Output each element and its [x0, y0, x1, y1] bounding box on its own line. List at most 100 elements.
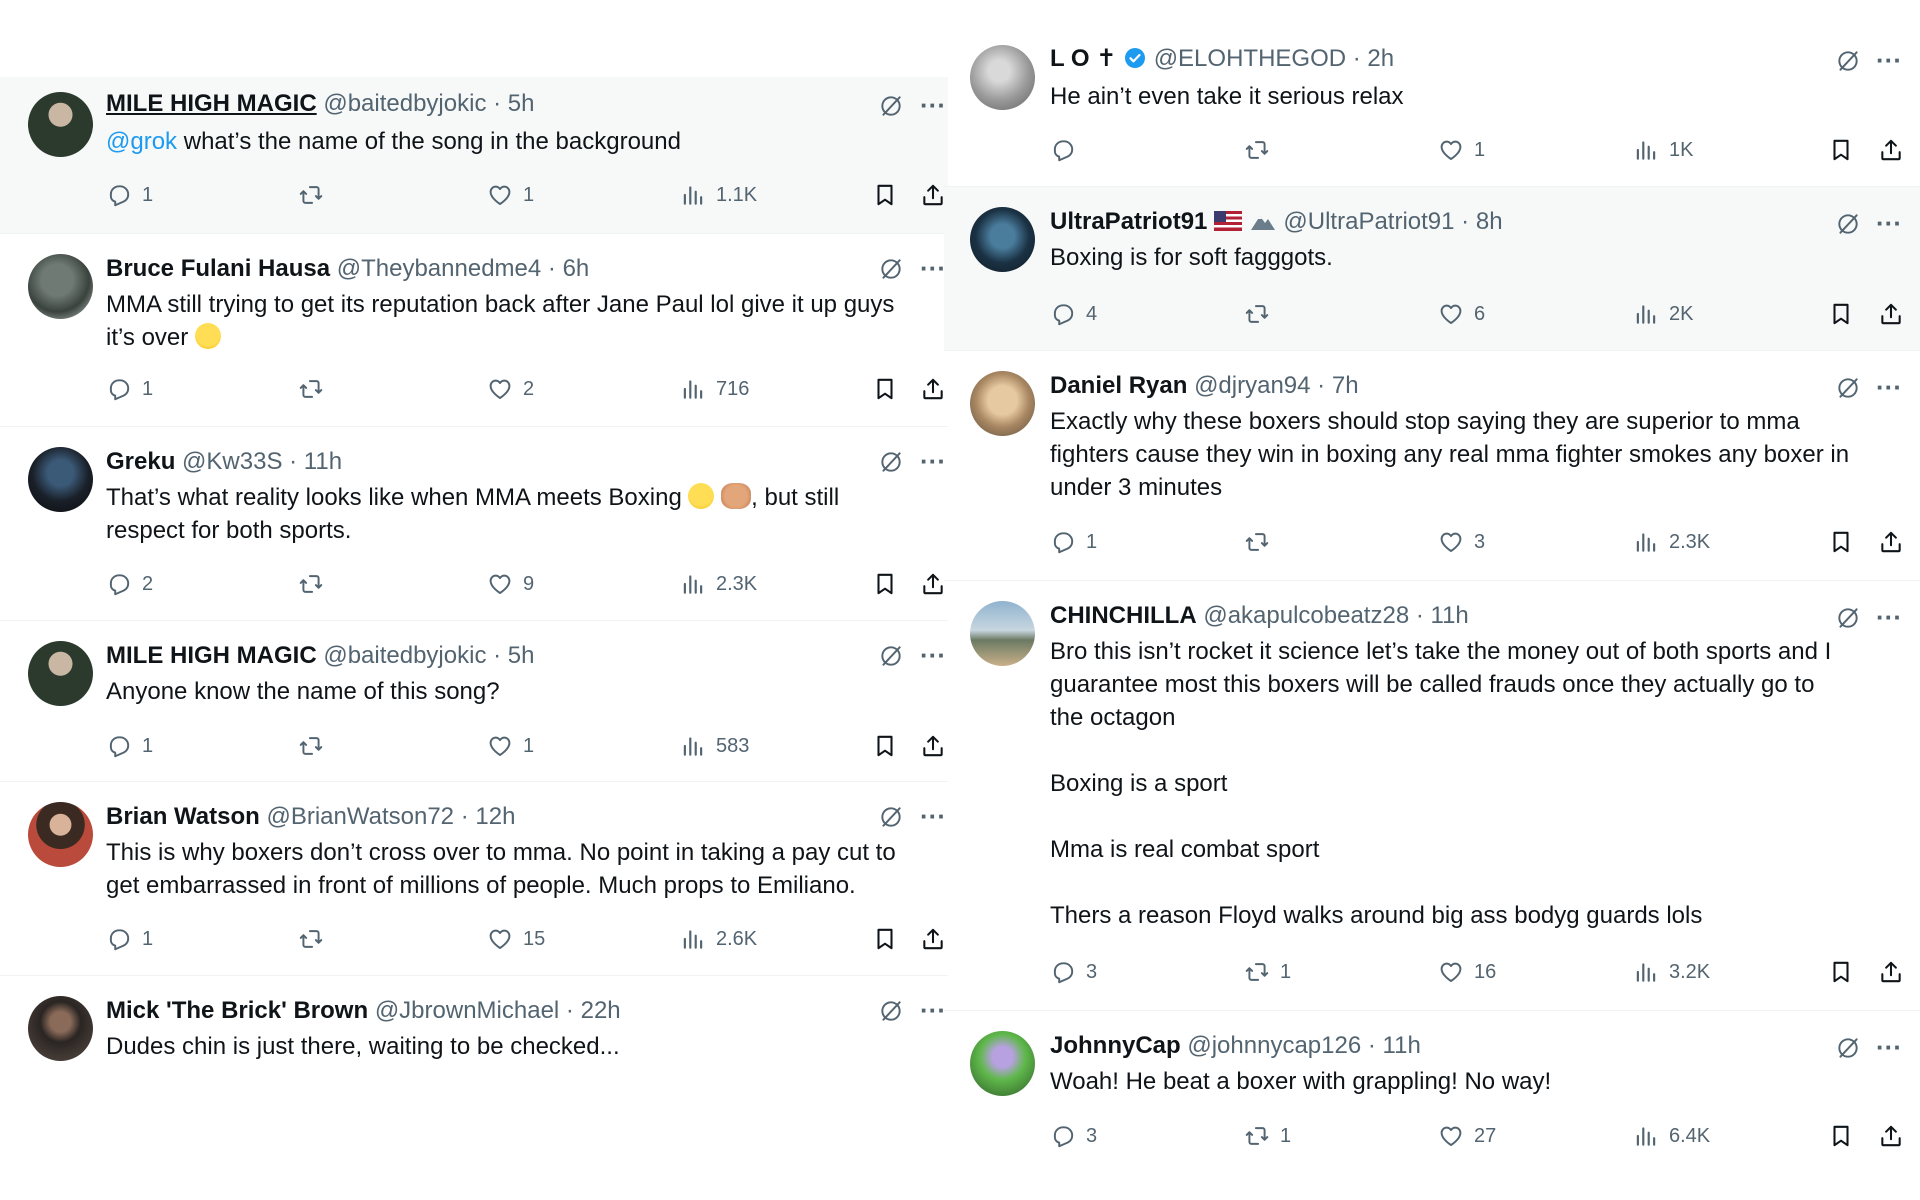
display-name[interactable]: Greku [106, 448, 175, 475]
views-button[interactable]: 2.3K [1633, 527, 1710, 557]
bookmark-button[interactable] [1828, 527, 1854, 557]
display-name[interactable]: MILE HIGH MAGIC [106, 642, 317, 669]
retweet-button[interactable] [1244, 527, 1280, 557]
share-button[interactable] [920, 374, 946, 404]
bookmark-button[interactable] [1828, 135, 1854, 165]
avatar[interactable] [970, 207, 1035, 272]
handle[interactable]: @johnnycap126 [1187, 1032, 1361, 1059]
retweet-button[interactable]: 1 [1244, 1121, 1291, 1151]
views-button[interactable]: 6.4K [1633, 1121, 1710, 1151]
retweet-button[interactable] [1244, 135, 1280, 165]
more-icon[interactable]: ··· [1876, 210, 1902, 236]
handle[interactable]: @akapulcobeatz28 [1203, 602, 1409, 629]
more-icon[interactable]: ··· [1876, 604, 1902, 630]
avatar[interactable] [970, 371, 1035, 436]
more-icon[interactable]: ··· [1876, 374, 1902, 400]
handle[interactable]: @JbrownMichael [375, 997, 559, 1024]
tweet-card[interactable]: Brian Watson @BrianWatson72 · 12h ··· Th… [0, 782, 948, 976]
like-button[interactable]: 1 [487, 731, 534, 761]
handle[interactable]: @Theybannedme4 [337, 255, 542, 282]
more-icon[interactable]: ··· [1876, 1034, 1902, 1060]
like-button[interactable]: 6 [1438, 299, 1485, 329]
tweet-card[interactable]: UltraPatriot91 @UltraPatriot91 · 8h ··· … [944, 187, 1920, 351]
like-button[interactable]: 2 [487, 374, 534, 404]
views-button[interactable]: 583 [680, 731, 749, 761]
handle[interactable]: @ELOHTHEGOD [1154, 45, 1346, 72]
timestamp[interactable]: 11h [304, 448, 342, 475]
reply-button[interactable]: 1 [106, 180, 153, 210]
display-name[interactable]: JohnnyCap [1050, 1032, 1181, 1059]
views-button[interactable]: 1K [1633, 135, 1693, 165]
timestamp[interactable]: 8h [1476, 208, 1503, 235]
more-icon[interactable]: ··· [920, 448, 946, 474]
tweet-card[interactable]: L O ✝ @ELOHTHEGOD · 2h ··· He ain’t even… [944, 22, 1920, 187]
more-icon[interactable]: ··· [920, 997, 946, 1023]
timestamp[interactable]: 6h [563, 255, 590, 282]
tweet-card[interactable]: Greku @Kw33S · 11h ··· That’s what reali… [0, 427, 948, 621]
grok-icon[interactable] [878, 449, 904, 475]
share-button[interactable] [1878, 1121, 1904, 1151]
retweet-button[interactable] [298, 924, 334, 954]
handle[interactable]: @UltraPatriot91 [1283, 208, 1454, 235]
views-button[interactable]: 2.6K [680, 924, 757, 954]
retweet-button[interactable] [298, 569, 334, 599]
reply-button[interactable]: 1 [106, 924, 153, 954]
reply-button[interactable]: 1 [106, 731, 153, 761]
views-button[interactable]: 2K [1633, 299, 1693, 329]
handle[interactable]: @baitedbyjokic [323, 642, 486, 669]
avatar[interactable] [28, 802, 93, 867]
timestamp[interactable]: 5h [508, 90, 535, 117]
mention-link[interactable]: @grok [106, 128, 177, 155]
views-button[interactable]: 716 [680, 374, 749, 404]
display-name[interactable]: MILE HIGH MAGIC [106, 90, 317, 117]
avatar[interactable] [28, 641, 93, 706]
bookmark-button[interactable] [1828, 299, 1854, 329]
retweet-button[interactable] [298, 374, 334, 404]
display-name[interactable]: Bruce Fulani Hausa [106, 255, 330, 282]
reply-button[interactable]: 3 [1050, 957, 1097, 987]
bookmark-button[interactable] [1828, 957, 1854, 987]
reply-button[interactable]: 1 [106, 374, 153, 404]
views-button[interactable]: 2.3K [680, 569, 757, 599]
bookmark-button[interactable] [872, 374, 898, 404]
display-name[interactable]: CHINCHILLA [1050, 602, 1197, 629]
tweet-card[interactable]: CHINCHILLA @akapulcobeatz28 · 11h ··· Br… [944, 581, 1920, 1011]
like-button[interactable]: 1 [487, 180, 534, 210]
share-button[interactable] [920, 569, 946, 599]
avatar[interactable] [28, 254, 93, 319]
display-name[interactable]: Mick 'The Brick' Brown [106, 997, 368, 1024]
bookmark-button[interactable] [872, 924, 898, 954]
share-button[interactable] [920, 924, 946, 954]
timestamp[interactable]: 11h [1383, 1032, 1421, 1059]
display-name[interactable]: Brian Watson [106, 803, 260, 830]
timestamp[interactable]: 5h [508, 642, 535, 669]
more-icon[interactable]: ··· [1876, 47, 1902, 73]
bookmark-button[interactable] [872, 731, 898, 761]
timestamp[interactable]: 11h [1431, 602, 1469, 629]
grok-icon[interactable] [1835, 375, 1861, 401]
retweet-button[interactable] [1244, 299, 1280, 329]
avatar[interactable] [970, 1031, 1035, 1096]
bookmark-button[interactable] [1828, 1121, 1854, 1151]
like-button[interactable]: 27 [1438, 1121, 1496, 1151]
tweet-card[interactable]: Daniel Ryan @djryan94 · 7h ··· Exactly w… [944, 351, 1920, 581]
grok-icon[interactable] [1835, 605, 1861, 631]
tweet-card[interactable]: Mick 'The Brick' Brown @JbrownMichael · … [0, 976, 948, 1076]
bookmark-button[interactable] [872, 180, 898, 210]
more-icon[interactable]: ··· [920, 92, 946, 118]
grok-icon[interactable] [878, 643, 904, 669]
timestamp[interactable]: 22h [581, 997, 621, 1024]
share-button[interactable] [1878, 135, 1904, 165]
views-button[interactable]: 1.1K [680, 180, 757, 210]
share-button[interactable] [920, 731, 946, 761]
timestamp[interactable]: 12h [475, 803, 515, 830]
share-button[interactable] [920, 180, 946, 210]
timestamp[interactable]: 7h [1332, 372, 1359, 399]
handle[interactable]: @djryan94 [1194, 372, 1310, 399]
more-icon[interactable]: ··· [920, 255, 946, 281]
grok-icon[interactable] [1835, 48, 1861, 74]
bookmark-button[interactable] [872, 569, 898, 599]
like-button[interactable]: 3 [1438, 527, 1485, 557]
grok-icon[interactable] [1835, 211, 1861, 237]
like-button[interactable]: 15 [487, 924, 545, 954]
